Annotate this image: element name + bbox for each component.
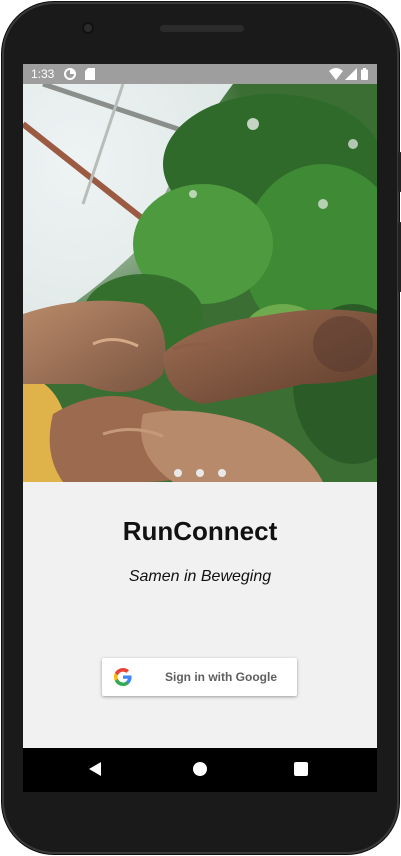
carousel-indicator[interactable] [23, 464, 377, 482]
status-bar: 1:33 [23, 64, 377, 84]
recents-icon[interactable] [294, 762, 308, 776]
app-title: RunConnect [122, 516, 278, 546]
carousel-dot[interactable] [196, 469, 204, 477]
signal-icon [345, 68, 357, 80]
navigation-bar [23, 748, 377, 792]
sd-card-icon [85, 68, 95, 80]
carousel-dot[interactable] [174, 469, 182, 477]
app-tagline: Samen in Beweging [128, 568, 272, 585]
app-screen: 1:33 RunConnect Samen in Beweging Sign i… [23, 64, 377, 748]
earpiece-speaker [160, 25, 244, 32]
front-camera [82, 22, 94, 34]
data-saver-icon [64, 68, 76, 80]
back-icon[interactable] [89, 762, 101, 776]
hero-image[interactable] [23, 84, 377, 482]
google-sign-in-label: Sign in with Google [165, 670, 277, 684]
fist-bump-photo [23, 84, 377, 482]
status-time: 1:33 [31, 67, 55, 81]
google-sign-in-button[interactable]: Sign in with Google [102, 658, 297, 696]
home-icon[interactable] [193, 762, 207, 776]
google-logo-icon [114, 668, 132, 686]
wifi-icon [329, 68, 343, 80]
battery-icon [361, 68, 368, 80]
carousel-dot[interactable] [218, 469, 226, 477]
